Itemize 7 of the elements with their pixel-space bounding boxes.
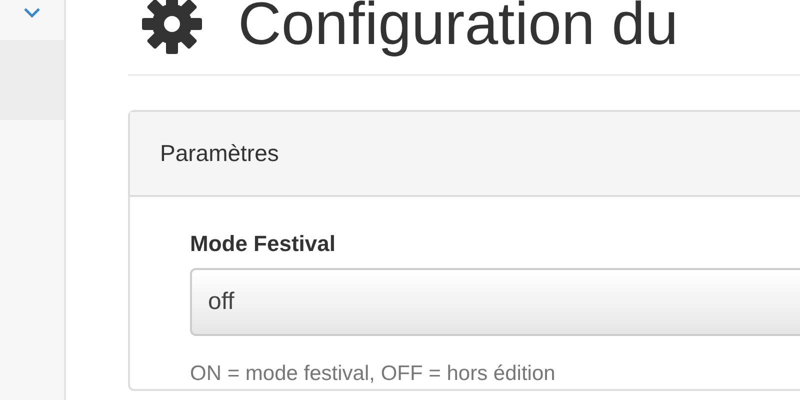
help-text: ON = mode festival, OFF = hors édition [190, 360, 556, 386]
panel-title: Paramètres [160, 140, 279, 166]
chevron-down-icon[interactable] [24, 8, 40, 18]
field-label: Mode Festival [190, 230, 336, 258]
select-field[interactable]: off [190, 268, 800, 336]
gear-icon [140, 0, 204, 56]
page-title: Configuration du [238, 0, 678, 54]
